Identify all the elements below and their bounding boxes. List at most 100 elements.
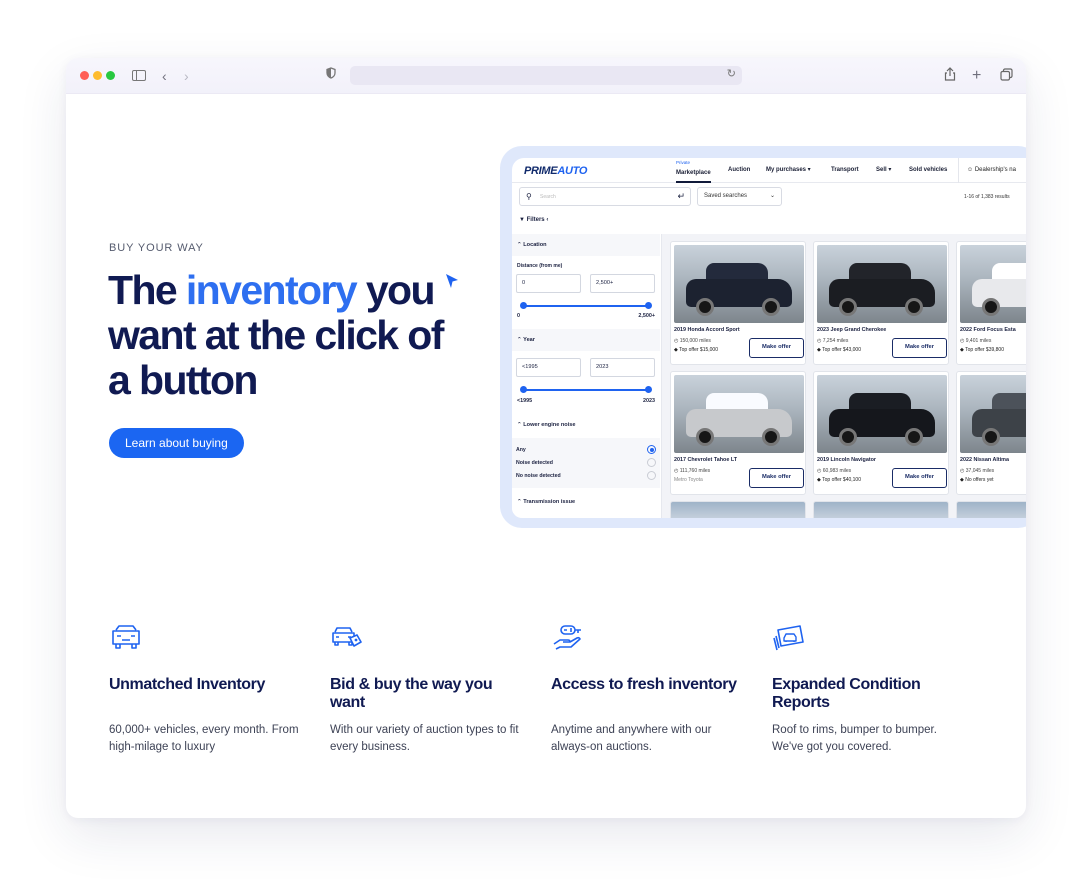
vehicle-card[interactable]: 2023 Jeep Grand Cherokee ◴ 7,254 miles ◆ T… <box>813 241 949 365</box>
vehicle-card[interactable]: 2022 Ford Focus Esta ◴ 9,401 miles ◆ Top o… <box>956 241 1026 365</box>
key-in-hand-icon <box>553 625 581 650</box>
noise-option-any-label: Any <box>516 447 526 453</box>
feature-description: 60,000+ vehicles, every month. From high… <box>109 724 299 753</box>
year-range-min: <1995 <box>517 398 533 404</box>
offer-text: Top offer $40,100 <box>822 477 861 483</box>
filter-engine-noise-label: Lower engine noise <box>523 422 576 428</box>
vehicle-card-partial[interactable] <box>813 501 949 518</box>
search-placeholder: Search <box>540 194 556 200</box>
new-tab-icon[interactable]: + <box>972 67 981 85</box>
radio-unselected[interactable] <box>647 471 656 480</box>
distance-max-input[interactable]: 2,500+ <box>590 274 655 293</box>
nav-sell[interactable]: Sell ▾ <box>876 158 891 183</box>
nav-sold-vehicles[interactable]: Sold vehicles <box>909 158 947 183</box>
year-slider[interactable] <box>520 386 652 393</box>
filter-year-header[interactable]: ⌃ Year <box>512 329 660 351</box>
vehicle-title[interactable]: 2022 Nissan Altima <box>960 457 1009 463</box>
radio-unselected[interactable] <box>647 458 656 467</box>
logo-prime: PRIME <box>524 165 558 177</box>
learn-about-buying-button[interactable]: Learn about buying <box>109 428 244 458</box>
filters-toggle[interactable]: ▼ Filters ‹ <box>519 217 548 223</box>
close-window-button[interactable] <box>80 71 89 80</box>
distance-min-input[interactable]: 0 <box>516 274 581 293</box>
year-min-input[interactable]: <1995 <box>516 358 581 377</box>
vehicle-title[interactable]: 2017 Chevrolet Tahoe LT <box>674 457 737 463</box>
app-logo[interactable]: PRIMEAUTO <box>524 165 587 177</box>
nav-marketplace[interactable]: Private Marketplace <box>676 158 711 183</box>
enter-icon[interactable]: ↵ <box>677 191 685 202</box>
nav-dealership[interactable]: ☺ Dealership's na <box>958 158 1016 183</box>
noise-option-detected[interactable]: Noise detected <box>516 458 656 467</box>
forward-icon[interactable]: › <box>184 67 189 85</box>
vehicle-grid: 2019 Honda Accord Sport ◴ 150,000 miles ◆ … <box>662 234 1026 518</box>
vehicle-card-partial[interactable] <box>956 501 1026 518</box>
car-wheel <box>982 428 1000 446</box>
search-icon: ⚲ <box>526 192 532 201</box>
feature-title: Bid & buy the way you want <box>330 676 493 711</box>
feature-title: Unmatched Inventory <box>109 676 265 693</box>
vehicle-title[interactable]: 2019 Lincoln Navigator <box>817 457 876 463</box>
vehicle-card-partial[interactable] <box>670 501 806 518</box>
zoom-window-button[interactable] <box>106 71 115 80</box>
search-input[interactable]: ⚲ Search ↵ <box>519 187 691 206</box>
saved-searches-dropdown[interactable]: Saved searches ⌄ <box>697 187 782 206</box>
make-offer-button[interactable]: Make offer <box>749 468 804 488</box>
vehicle-mileage: ◴ 7,254 miles <box>817 338 848 344</box>
nav-transport[interactable]: Transport <box>831 158 859 183</box>
nav-auction[interactable]: Auction <box>728 158 750 183</box>
vehicle-offer: ◆ Top offer $43,000 <box>817 347 861 353</box>
results-count: 1-16 of 1,383 results <box>964 194 1010 200</box>
make-offer-button[interactable]: Make offer <box>749 338 804 358</box>
vehicle-card[interactable]: 2022 Nissan Altima ◴ 37,045 miles ◆ No off… <box>956 371 1026 495</box>
nav-my-purchases[interactable]: My purchases ▾ <box>766 158 811 183</box>
shield-icon[interactable] <box>326 67 336 85</box>
car-wheel <box>905 428 923 446</box>
make-offer-button[interactable]: Make offer <box>892 468 947 488</box>
tabs-overview-icon[interactable] <box>1000 67 1013 85</box>
vehicle-offer: Metro Toyota <box>674 477 703 483</box>
vehicle-title[interactable]: 2023 Jeep Grand Cherokee <box>817 327 886 333</box>
noise-option-detected-label: Noise detected <box>516 460 553 466</box>
distance-slider[interactable] <box>520 302 652 309</box>
vehicle-card[interactable]: 2019 Honda Accord Sport ◴ 150,000 miles ◆ … <box>670 241 806 365</box>
vehicle-photo[interactable] <box>817 375 947 453</box>
vehicle-card[interactable]: 2017 Chevrolet Tahoe LT ◴ 111,760 miles Me… <box>670 371 806 495</box>
back-icon[interactable]: ‹ <box>162 67 167 85</box>
reload-icon[interactable]: ↻ <box>727 67 736 80</box>
vehicle-title[interactable]: 2022 Ford Focus Esta <box>960 327 1016 333</box>
vehicle-offer: ◆ Top offer $15,000 <box>674 347 718 353</box>
year-max-input[interactable]: 2023 <box>590 358 655 377</box>
filter-location-header[interactable]: ⌃ Location <box>512 234 660 256</box>
app-header: PRIMEAUTO Private Marketplace Auction My … <box>512 158 1026 183</box>
vehicle-photo[interactable] <box>674 245 804 323</box>
noise-option-any[interactable]: Any <box>516 445 656 454</box>
year-range-max: 2023 <box>643 398 655 404</box>
address-bar[interactable]: ↻ <box>350 66 742 85</box>
vehicle-card[interactable]: 2019 Lincoln Navigator ◴ 60,983 miles ◆ To… <box>813 371 949 495</box>
share-icon[interactable] <box>944 67 956 85</box>
noise-option-none[interactable]: No noise detected <box>516 471 656 480</box>
car-icon <box>112 625 140 649</box>
sidebar-icon[interactable] <box>132 70 146 81</box>
radio-selected[interactable] <box>647 445 656 454</box>
vehicle-photo[interactable] <box>674 375 804 453</box>
vehicle-mileage: ◴ 37,045 miles <box>960 468 994 474</box>
filter-transmission-label: Transmission issue <box>523 499 576 505</box>
feature-title: Expanded Condition Reports <box>772 676 921 711</box>
mileage-text: 60,983 miles <box>822 468 852 474</box>
feature-description: Anytime and anywhere with our always-on … <box>551 724 712 753</box>
filter-transmission-header[interactable]: ⌃ Transmission issue <box>512 491 660 513</box>
minimize-window-button[interactable] <box>93 71 102 80</box>
filter-engine-noise-header[interactable]: ⌃ Lower engine noise <box>512 414 660 436</box>
car-wheel <box>762 428 780 446</box>
browser-window: ‹ › ↻ + BUY YOUR WAY The inventory you w… <box>66 58 1026 818</box>
vehicle-photo[interactable] <box>960 375 1026 453</box>
make-offer-button[interactable]: Make offer <box>892 338 947 358</box>
vehicle-title[interactable]: 2019 Honda Accord Sport <box>674 327 740 333</box>
vehicle-offer: ◆ Top offer $39,800 <box>960 347 1004 353</box>
user-icon: ☺ <box>967 167 974 173</box>
vehicle-photo[interactable] <box>960 245 1026 323</box>
distance-label: Distance (from me) <box>517 263 563 269</box>
vehicle-offer: ◆ Top offer $40,100 <box>817 477 861 483</box>
vehicle-photo[interactable] <box>817 245 947 323</box>
